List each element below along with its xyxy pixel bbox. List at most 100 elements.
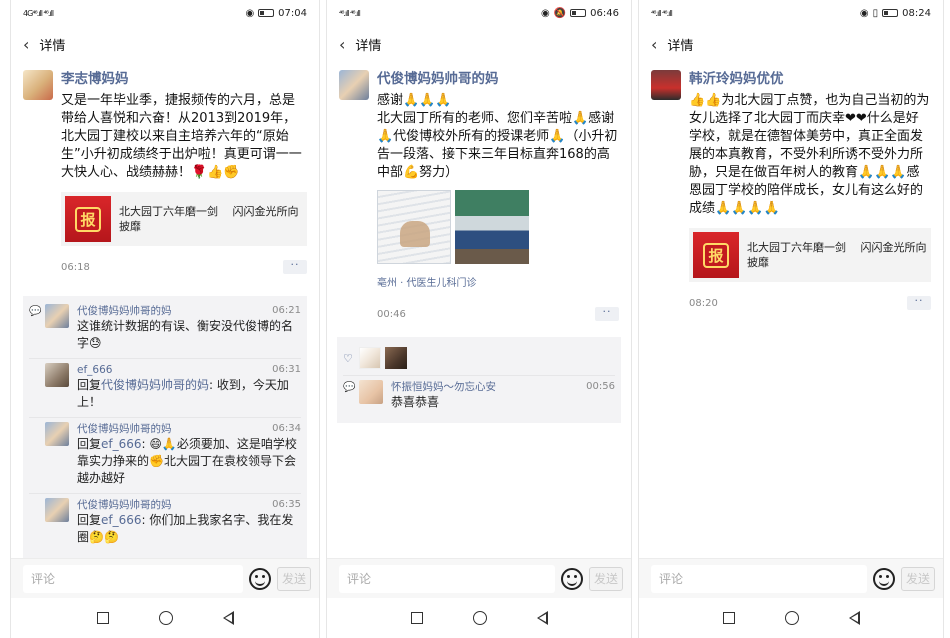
reply-target[interactable]: ef_666 — [101, 437, 142, 451]
clock: 08:24 — [902, 7, 931, 19]
comment-text: 回复代俊博妈妈帅哥的妈: 收到，今天加上！ — [77, 378, 289, 409]
send-button[interactable]: 发送 — [589, 566, 623, 591]
more-actions-button[interactable]: ·· — [283, 259, 307, 274]
liker-avatar[interactable] — [359, 347, 381, 369]
commenter-avatar[interactable] — [45, 304, 69, 328]
signal-icon: ⁴⁶.ıll ⁴⁶.ıll — [651, 8, 673, 18]
post-author[interactable]: 李志博妈妈 — [61, 70, 307, 88]
status-bar: ⁴⁶.ıll ⁴⁶.ıll ◉ 🔕 06:46 — [327, 0, 631, 26]
likes-row: ♡ — [343, 341, 615, 376]
eye-icon: ◉ — [540, 7, 550, 19]
photo-thumbnail[interactable] — [377, 190, 451, 264]
more-actions-button[interactable]: ·· — [907, 295, 931, 310]
post-author[interactable]: 代俊博妈妈帅哥的妈 — [377, 70, 619, 88]
emoji-icon[interactable] — [249, 567, 271, 590]
comment-time: 06:21 — [272, 305, 301, 316]
liker-avatar[interactable] — [385, 347, 407, 369]
comment-bar: 评论 发送 — [327, 558, 631, 598]
seal-icon: 报 — [75, 206, 101, 232]
battery-icon — [570, 9, 587, 17]
back-icon[interactable]: ‹ — [339, 35, 345, 54]
page-title: 详情 — [39, 38, 66, 54]
comment-text: 回复ef_666: 你们加上我家名字、我在发圈🤔🤔 — [77, 513, 294, 544]
comment-list: 💬 代俊博妈妈帅哥的妈 06:21 这谁统计数据的有误、衡安没代俊博的名字😓 ef… — [23, 296, 307, 558]
post-text: 又是一年毕业季，捷报频传的六月，总是带给人喜悦和六奋！从2013到2019年，北… — [61, 93, 302, 180]
title-bar: ‹ 详情 — [639, 26, 943, 62]
avatar[interactable] — [23, 70, 53, 100]
comment-icon: 💬 — [343, 382, 356, 393]
comment-time: 06:35 — [272, 499, 301, 510]
shared-link-card[interactable]: 报 北大园丁六年磨一剑 闪闪金光所向披靡 — [61, 192, 307, 246]
send-button[interactable]: 发送 — [277, 566, 311, 591]
commenter-avatar[interactable] — [45, 363, 69, 387]
moment-post: 韩沂玲妈妈优优 👍👍为北大园丁点赞，也为自己当初的为女儿选择了北大园丁而庆幸❤❤… — [639, 62, 943, 310]
comment-text: 回复ef_666: 😄🙏必须要加、这是咱学校靠实力挣来的✊北大园丁在袁校领导下会… — [77, 437, 297, 485]
commenter-avatar[interactable] — [45, 498, 69, 522]
share-title: 北大园丁六年磨一剑 闪闪金光所向披靡 — [747, 241, 927, 269]
comment-input[interactable]: 评论 — [339, 564, 555, 593]
photo-thumbnail[interactable] — [455, 190, 529, 264]
avatar[interactable] — [651, 70, 681, 100]
comment-icon: 💬 — [29, 306, 42, 317]
commenter-name[interactable]: ef_666 — [77, 363, 112, 377]
comment-bar: 评论 发送 — [639, 558, 943, 598]
back-icon[interactable]: ‹ — [23, 35, 29, 54]
comment-item[interactable]: ef_666 06:31 回复代俊博妈妈帅哥的妈: 收到，今天加上！ — [29, 359, 301, 418]
commenter-name[interactable]: 代俊博妈妈帅哥的妈 — [77, 498, 172, 512]
phone-screen-2: ⁴⁶.ıll ⁴⁶.ıll ◉ 🔕 06:46 ‹ 详情 代俊博妈妈帅哥的妈 感谢🙏… — [326, 0, 632, 638]
commenter-name[interactable]: 代俊博妈妈帅哥的妈 — [77, 422, 172, 436]
recents-icon[interactable] — [722, 612, 735, 624]
comment-item[interactable]: 代俊博妈妈帅哥的妈 06:34 回复ef_666: 😄🙏必须要加、这是咱学校靠实力… — [29, 418, 301, 494]
comment-text: 恭喜恭喜 — [391, 395, 440, 409]
emoji-icon[interactable] — [873, 567, 895, 590]
post-time: 06:18 — [61, 261, 90, 273]
share-thumbnail: 报 — [65, 196, 111, 242]
post-text: 感谢🙏🙏🙏 北大园丁所有的老师、您们辛苦啦🙏感谢🙏代俊博校外所有的授课老师🙏（小… — [377, 93, 618, 180]
back-icon[interactable]: ‹ — [651, 35, 657, 54]
heart-icon: ♡ — [343, 351, 353, 365]
comment-time: 06:34 — [272, 423, 301, 434]
commenter-avatar[interactable] — [45, 422, 69, 446]
battery-icon — [258, 9, 275, 17]
comment-item[interactable]: 💬 怀振恒妈妈～勿忘心安 00:56 恭喜恭喜 — [343, 376, 615, 417]
comment-time: 06:31 — [272, 364, 301, 375]
comment-input[interactable]: 评论 — [23, 564, 243, 593]
reply-target[interactable]: 代俊博妈妈帅哥的妈 — [101, 378, 209, 392]
comment-item[interactable]: 代俊博妈妈帅哥的妈 06:35 回复ef_666: 你们加上我家名字、我在发圈🤔🤔 — [29, 494, 301, 552]
comment-list: ♡ 💬 怀振恒妈妈～勿忘心安 00:56 恭喜恭喜 — [337, 337, 621, 423]
home-icon[interactable] — [472, 611, 487, 625]
post-location[interactable]: 亳州 · 代医生儿科门诊 — [377, 274, 619, 289]
status-bar: 4G⁴⁶.ıll ⁴⁶.ıll ◉ 07:04 — [11, 0, 319, 26]
comment-input[interactable]: 评论 — [651, 564, 867, 593]
recents-icon[interactable] — [96, 612, 109, 624]
home-icon[interactable] — [784, 611, 799, 625]
more-actions-button[interactable]: ·· — [595, 306, 619, 321]
eye-icon: ◉ — [859, 7, 869, 19]
phone-screen-3: ⁴⁶.ıll ⁴⁶.ıll ◉ ▯ 08:24 ‹ 详情 韩沂玲妈妈优优 👍👍为北大… — [638, 0, 944, 638]
signal-icon: 4G⁴⁶.ıll ⁴⁶.ıll — [23, 8, 54, 18]
emoji-icon[interactable] — [561, 567, 583, 590]
avatar[interactable] — [339, 70, 369, 100]
commenter-name[interactable]: 怀振恒妈妈～勿忘心安 — [391, 380, 496, 394]
comment-item[interactable]: 💬 代俊博妈妈帅哥的妈 06:21 这谁统计数据的有误、衡安没代俊博的名字😓 — [29, 300, 301, 359]
back-nav-icon[interactable] — [848, 611, 860, 625]
moment-post: 李志博妈妈 又是一年毕业季，捷报频传的六月，总是带给人喜悦和六奋！从2013到2… — [11, 62, 319, 274]
signal-icon: ⁴⁶.ıll ⁴⁶.ıll — [339, 8, 361, 18]
commenter-name[interactable]: 代俊博妈妈帅哥的妈 — [77, 304, 172, 318]
page-title: 详情 — [355, 38, 382, 54]
mute-icon: 🔕 — [553, 7, 567, 19]
back-nav-icon[interactable] — [222, 611, 234, 625]
shared-link-card[interactable]: 报 北大园丁六年磨一剑 闪闪金光所向披靡 — [689, 228, 931, 282]
post-author[interactable]: 韩沂玲妈妈优优 — [689, 70, 931, 88]
comment-time: 00:56 — [586, 381, 615, 392]
back-nav-icon[interactable] — [536, 611, 548, 625]
share-thumbnail: 报 — [693, 232, 739, 278]
post-time: 08:20 — [689, 297, 718, 309]
send-button[interactable]: 发送 — [901, 566, 935, 591]
commenter-avatar[interactable] — [359, 380, 383, 404]
home-icon[interactable] — [158, 611, 173, 625]
recents-icon[interactable] — [410, 612, 423, 624]
reply-target[interactable]: ef_666 — [101, 513, 142, 527]
eye-icon: ◉ — [245, 7, 255, 19]
share-title: 北大园丁六年磨一剑 闪闪金光所向披靡 — [119, 205, 299, 233]
